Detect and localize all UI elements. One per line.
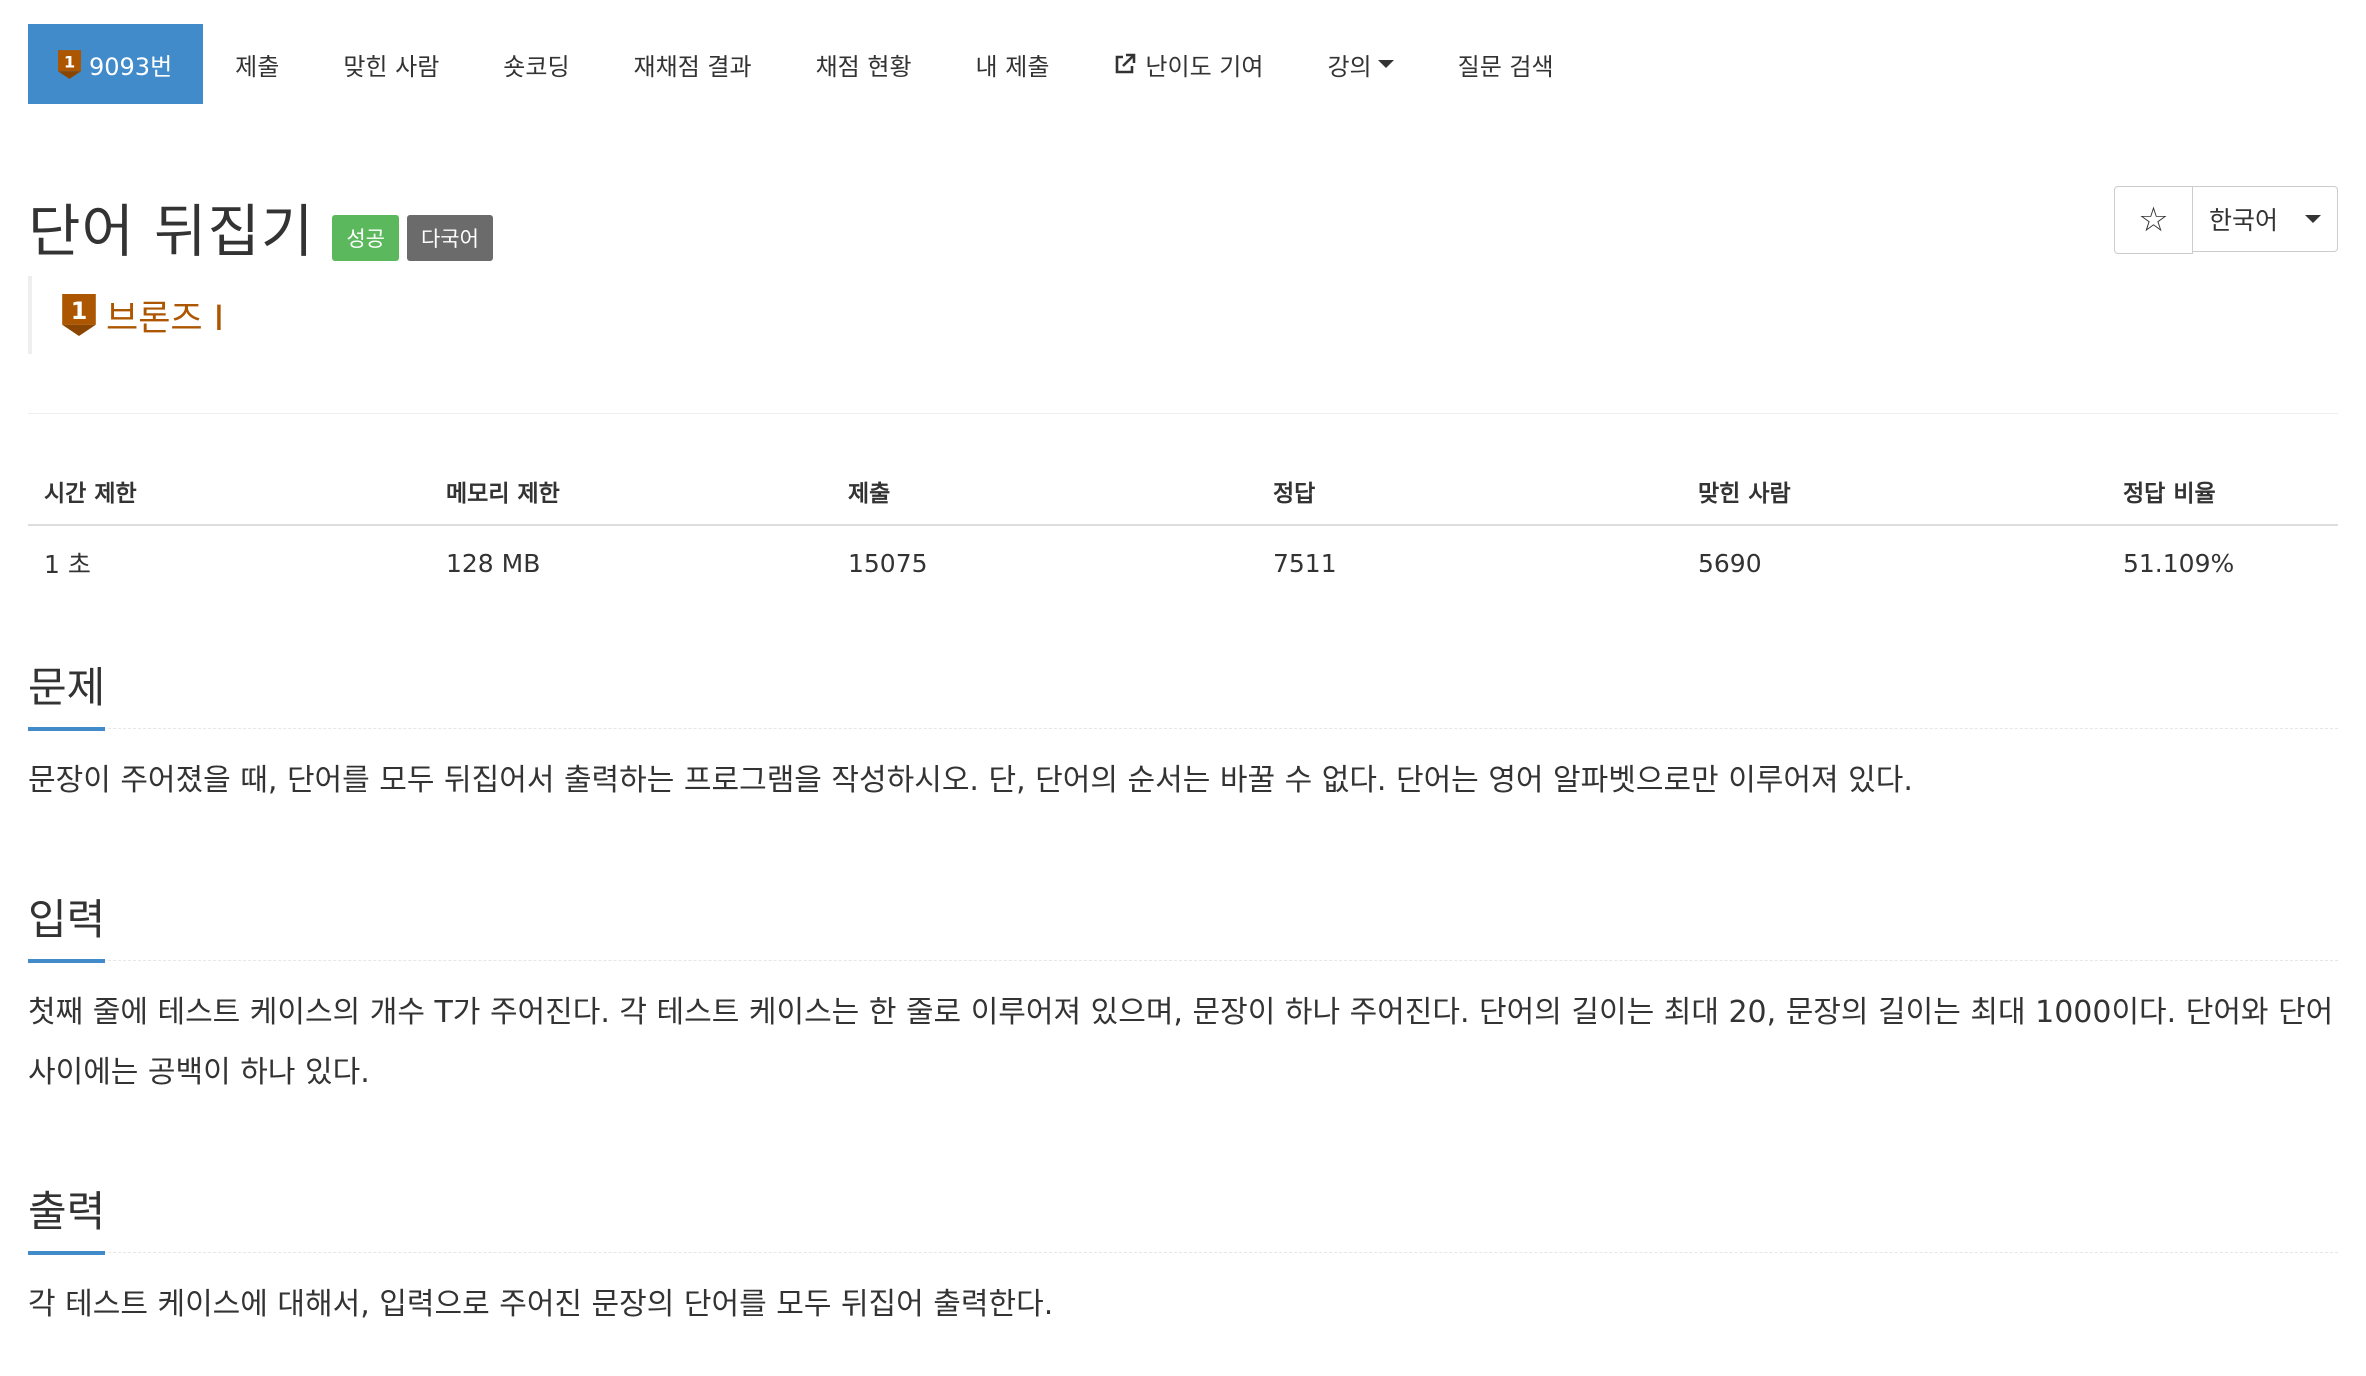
external-link-icon (1116, 53, 1136, 74)
input-section: 입력 첫째 줄에 테스트 케이스의 개수 T가 주어진다. 각 테스트 케이스는… (28, 886, 2338, 1103)
solved-badge: 성공 (332, 215, 399, 261)
table-row: 1 초 128 MB 15075 7511 5690 51.109% (28, 525, 2338, 600)
nav-my-submissions-label: 내 제출 (975, 52, 1050, 81)
bronze-tier-icon: 1 (58, 49, 81, 79)
nav-status[interactable]: 채점 현황 (784, 24, 944, 104)
header-memory-limit: 메모리 제한 (430, 458, 832, 526)
section-header: 출력 (28, 1178, 2338, 1255)
caret-down-icon (2305, 215, 2321, 223)
section-title-output: 출력 (28, 1178, 106, 1255)
nav-lectures-label: 강의 (1327, 52, 1372, 81)
nav-difficulty-vote-label: 난이도 기여 (1145, 52, 1264, 81)
section-title-input: 입력 (28, 886, 106, 963)
problem-info-table: 시간 제한 메모리 제한 제출 정답 맞힌 사람 정답 비율 1 초 128 M… (28, 458, 2338, 600)
header-time-limit: 시간 제한 (28, 458, 430, 526)
nav-short-coding[interactable]: 숏코딩 (471, 24, 601, 104)
output-description: 각 테스트 케이스에 대해서, 입력으로 주어진 문장의 단어를 모두 뒤집어 … (28, 1287, 1054, 1322)
divider (28, 413, 2338, 414)
memory-limit-value: 128 MB (446, 548, 541, 578)
problem-description-section: 문제 문장이 주어졌을 때, 단어를 모두 뒤집어서 출력하는 프로그램을 작성… (28, 654, 2338, 811)
language-select[interactable]: 한국어 (2193, 186, 2338, 252)
header-accepted: 정답 (1257, 458, 1682, 526)
problem-number: 9093번 (89, 52, 173, 81)
header-accept-ratio: 정답 비율 (2107, 458, 2338, 526)
star-icon: ☆ (2138, 200, 2169, 240)
problem-menu: 1 9093번 제출 맞힌 사람 숏코딩 재채점 결과 채점 현황 내 제출 난… (28, 24, 1586, 104)
tier-info: 1 브론즈 I (28, 276, 224, 354)
solvers-value: 5690 (1698, 548, 1762, 578)
submissions-value: 15075 (848, 548, 928, 578)
star-button[interactable]: ☆ (2114, 186, 2193, 254)
nav-question-search[interactable]: 질문 검색 (1426, 24, 1586, 104)
problem-title: 단어 뒤집기 (28, 199, 315, 265)
nav-rejudge[interactable]: 재채점 결과 (602, 24, 784, 104)
caret-down-icon (1377, 60, 1394, 68)
nav-submit-label: 제출 (235, 52, 280, 81)
nav-submit[interactable]: 제출 (203, 24, 311, 104)
nav-rejudge-label: 재채점 결과 (633, 52, 752, 81)
section-header: 문제 (28, 654, 2338, 731)
tier-badge-number: 1 (71, 297, 88, 325)
language-label: 한국어 (2209, 206, 2279, 235)
nav-status-label: 채점 현황 (815, 52, 912, 81)
nav-difficulty-vote[interactable]: 난이도 기여 (1081, 24, 1295, 104)
multilang-badge: 다국어 (406, 215, 493, 261)
section-header: 입력 (28, 886, 2338, 963)
table-header-row: 시간 제한 메모리 제한 제출 정답 맞힌 사람 정답 비율 (28, 458, 2338, 526)
bronze-tier-icon: 1 (62, 294, 96, 336)
nav-my-submissions[interactable]: 내 제출 (944, 24, 1082, 104)
problem-number-tab[interactable]: 1 9093번 (28, 24, 204, 104)
problem-description: 문장이 주어졌을 때, 단어를 모두 뒤집어서 출력하는 프로그램을 작성하시오… (28, 763, 1913, 798)
accepted-value: 7511 (1273, 548, 1337, 578)
header-submissions: 제출 (832, 458, 1257, 526)
nav-question-search-label: 질문 검색 (1457, 52, 1554, 81)
tier-badge-number: 1 (64, 52, 75, 71)
time-limit-value: 1 초 (44, 550, 91, 579)
output-section: 출력 각 테스트 케이스에 대해서, 입력으로 주어진 문장의 단어를 모두 뒤… (28, 1178, 2338, 1335)
nav-lectures-dropdown[interactable]: 강의 (1295, 24, 1425, 104)
tier-label[interactable]: 브론즈 I (106, 290, 224, 341)
nav-solvers[interactable]: 맞힌 사람 (311, 24, 471, 104)
problem-page: 1 9093번 제출 맞힌 사람 숏코딩 재채점 결과 채점 현황 내 제출 난… (0, 0, 2366, 1376)
nav-short-coding-label: 숏코딩 (503, 52, 570, 81)
title-tools: ☆ 한국어 (2114, 186, 2338, 254)
input-description: 첫째 줄에 테스트 케이스의 개수 T가 주어진다. 각 테스트 케이스는 한 … (28, 995, 2334, 1090)
nav-solvers-label: 맞힌 사람 (343, 52, 440, 81)
problem-title-row: 단어 뒤집기 성공 다국어 (28, 186, 501, 268)
accept-ratio-value: 51.109% (2123, 548, 2235, 578)
section-title-problem: 문제 (28, 654, 106, 731)
header-solvers: 맞힌 사람 (1682, 458, 2107, 526)
